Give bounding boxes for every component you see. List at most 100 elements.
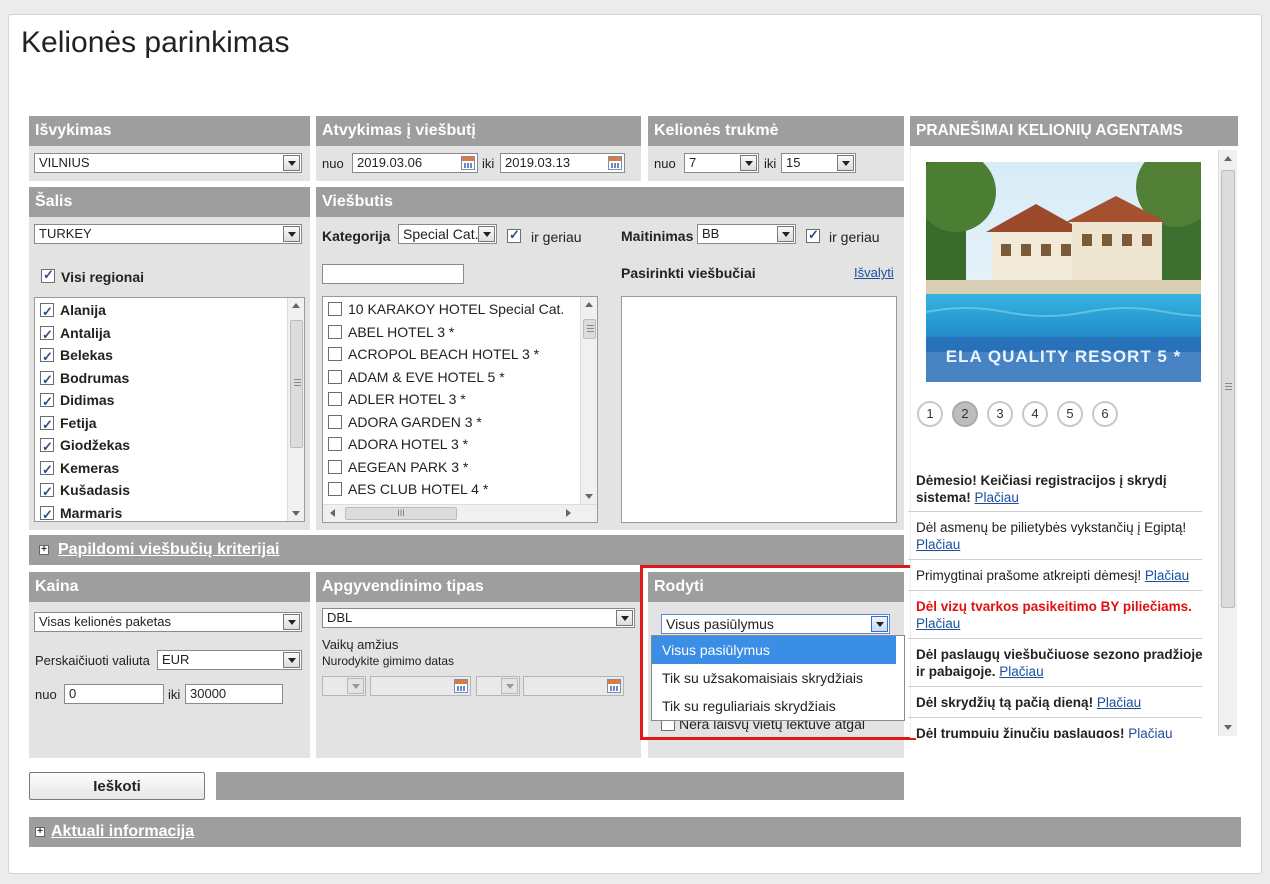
calendar-icon[interactable] — [461, 156, 475, 170]
news-more-link[interactable]: Plačiau — [1145, 568, 1189, 583]
country-select[interactable]: TURKEY — [34, 224, 302, 244]
hotel-checkbox[interactable] — [328, 369, 342, 384]
hotel-checkbox[interactable] — [328, 392, 342, 406]
expand-icon[interactable]: + — [39, 545, 49, 555]
extra-criteria-bar[interactable]: + Papildomi viešbučių kriterijai — [29, 535, 904, 565]
extra-criteria-link[interactable]: Papildomi viešbučių kriterijai — [58, 541, 279, 559]
news-more-link[interactable]: Plačiau — [975, 490, 1019, 505]
scroll-up-icon[interactable] — [585, 302, 593, 307]
search-button[interactable]: Ieškoti — [29, 772, 205, 800]
news-more-link[interactable]: Plačiau — [1097, 695, 1141, 710]
accommodation-panel: DBL Vaikų amžius Nurodykite gimimo datas — [316, 602, 641, 758]
regions-scrollbar[interactable] — [287, 298, 304, 521]
hotel-search-input[interactable] — [322, 264, 464, 284]
scroll-thumb[interactable] — [1221, 170, 1235, 608]
region-checkbox[interactable] — [40, 481, 54, 503]
departure-select[interactable]: VILNIUS — [34, 153, 302, 173]
hotel-checkbox[interactable] — [328, 437, 342, 451]
clear-link[interactable]: Išvalyti — [854, 265, 894, 280]
scroll-right-icon[interactable] — [566, 509, 571, 517]
hotels-vscrollbar[interactable] — [580, 297, 597, 504]
banner-page-3[interactable]: 3 — [987, 401, 1013, 427]
region-checkbox[interactable] — [40, 436, 54, 458]
banner-page-4[interactable]: 4 — [1022, 401, 1048, 427]
agents-scrollbar[interactable] — [1218, 150, 1237, 736]
region-checkbox[interactable] — [40, 369, 54, 391]
banner-page-1[interactable]: 1 — [917, 401, 943, 427]
child2-date-input[interactable] — [523, 676, 624, 696]
child2-day-select[interactable] — [476, 676, 520, 696]
hotels-list[interactable]: 10 KARAKOY HOTEL Special Cat. ABEL HOTEL… — [322, 296, 598, 523]
current-info-bar[interactable]: + Aktuali informacija — [29, 817, 1241, 847]
news-more-link[interactable]: Plačiau — [916, 616, 960, 631]
price-to-label: iki — [168, 687, 181, 702]
scroll-thumb[interactable] — [583, 319, 596, 339]
scroll-down-icon[interactable] — [1224, 725, 1232, 730]
scroll-down-icon[interactable] — [585, 494, 593, 499]
news-more-link[interactable]: Plačiau — [1128, 726, 1172, 738]
current-info-link[interactable]: Aktuali informacija — [51, 823, 194, 841]
selected-hotels-list[interactable] — [621, 296, 897, 523]
news-more-link[interactable]: Plačiau — [916, 537, 960, 552]
region-label: Kemeras — [60, 459, 120, 476]
price-to-input[interactable]: 30000 — [185, 684, 283, 704]
news-item: Dėl vizų tvarkos pasikeitimo BY piliečia… — [916, 598, 1206, 632]
chevron-down-icon — [283, 614, 300, 630]
hotels-hscrollbar[interactable]: III — [323, 504, 597, 522]
duration-from-select[interactable]: 7 — [684, 153, 759, 173]
news-more-link[interactable]: Plačiau — [999, 664, 1043, 679]
calendar-icon[interactable] — [608, 156, 622, 170]
hotel-checkbox[interactable] — [328, 302, 342, 316]
region-checkbox[interactable] — [40, 459, 54, 481]
duration-panel: nuo 7 iki 15 — [648, 146, 904, 181]
region-label: Antalija — [60, 324, 111, 341]
region-checkbox[interactable] — [40, 504, 54, 521]
region-checkbox[interactable] — [40, 324, 54, 346]
region-label: Didimas — [60, 392, 115, 408]
hotel-label: AES CLUB HOTEL 4 * — [348, 481, 489, 497]
hotel-checkbox[interactable] — [328, 482, 342, 496]
hotel-checkbox[interactable] — [328, 459, 342, 474]
meal-better-checkbox[interactable] — [806, 227, 820, 243]
resort-banner[interactable]: ELA QUALITY RESORT 5 * — [926, 162, 1201, 382]
calendar-icon[interactable] — [607, 679, 621, 693]
accommodation-select[interactable]: DBL — [322, 608, 635, 628]
scroll-left-icon[interactable] — [330, 509, 335, 517]
arrival-to-date[interactable]: 2019.03.13 — [500, 153, 625, 173]
banner-page-6[interactable]: 6 — [1092, 401, 1118, 427]
child1-day-select[interactable] — [322, 676, 366, 696]
hotel-checkbox[interactable] — [328, 414, 342, 429]
all-regions-checkbox[interactable] — [41, 267, 55, 283]
hotel-checkbox[interactable] — [328, 324, 342, 339]
meal-select[interactable]: BB — [697, 224, 796, 244]
hotel-checkbox[interactable] — [328, 347, 342, 361]
price-panel: Visas kelionės paketas Perskaičiuoti val… — [29, 602, 310, 758]
currency-select[interactable]: EUR — [157, 650, 302, 670]
currency-value: EUR — [162, 652, 190, 667]
regions-list[interactable]: Alanija Antalija Belekas Bodrumas Didima… — [34, 297, 305, 522]
expand-icon[interactable]: + — [35, 827, 45, 837]
region-checkbox[interactable] — [40, 391, 54, 413]
scroll-down-icon[interactable] — [292, 511, 300, 516]
price-from-input[interactable]: 0 — [64, 684, 164, 704]
category-select[interactable]: Special Cat. — [398, 224, 497, 244]
banner-page-2[interactable]: 2 — [952, 401, 978, 427]
news-item: Dėl skrydžių tą pačią dieną! Plačiau — [916, 694, 1206, 711]
scroll-thumb[interactable] — [290, 320, 303, 448]
arrival-from-date[interactable]: 2019.03.06 — [352, 153, 478, 173]
package-select[interactable]: Visas kelionės paketas — [34, 612, 302, 632]
region-checkbox[interactable] — [40, 346, 54, 368]
scroll-up-icon[interactable] — [1224, 156, 1232, 161]
scroll-thumb[interactable]: III — [345, 507, 457, 520]
duration-to-select[interactable]: 15 — [781, 153, 856, 173]
region-label: Alanija — [60, 302, 106, 318]
region-checkbox[interactable] — [40, 414, 54, 436]
region-label: Kušadasis — [60, 482, 131, 498]
region-label: Fetija — [60, 414, 97, 431]
region-checkbox[interactable] — [40, 301, 54, 323]
scroll-up-icon[interactable] — [292, 303, 300, 308]
category-better-checkbox[interactable] — [507, 227, 521, 243]
child1-date-input[interactable] — [370, 676, 471, 696]
banner-page-5[interactable]: 5 — [1057, 401, 1083, 427]
calendar-icon[interactable] — [454, 679, 468, 693]
